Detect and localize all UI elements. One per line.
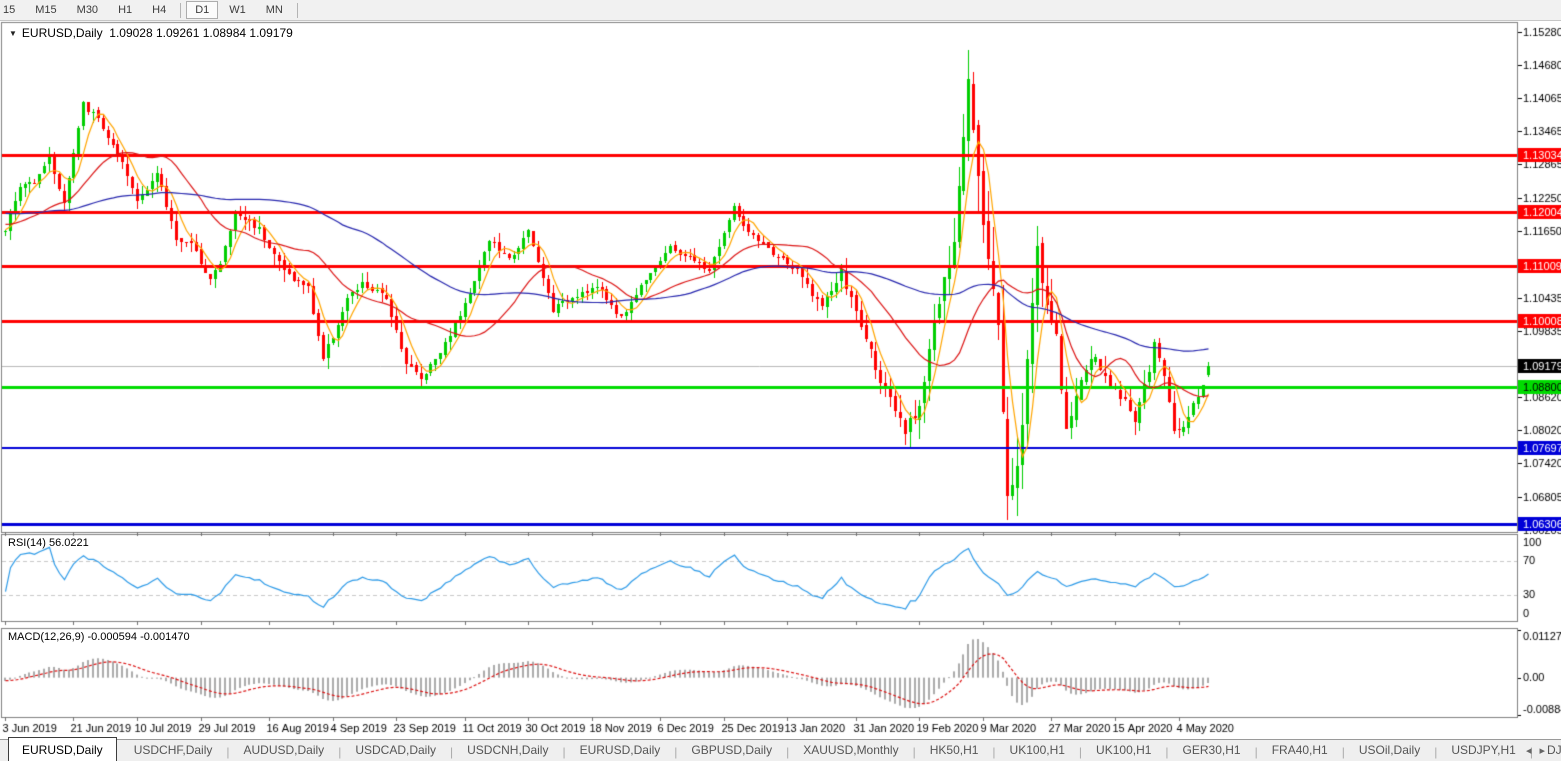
chart-window: ▼ EURUSD,Daily 1.09028 1.09261 1.08984 1.… [0,21,1561,739]
tab-hk50-h1[interactable]: HK50,H1 [917,740,992,761]
tab-audusd-daily[interactable]: AUDUSD,Daily [231,740,338,761]
tab-separator: | [450,744,454,759]
tab-uk100-h1[interactable]: UK100,H1 [997,740,1078,761]
tab-separator: | [1434,744,1438,759]
tab-separator: | [1254,744,1258,759]
tab-usdcnh-daily[interactable]: USDCNH,Daily [454,740,561,761]
tab-xauusd-monthly[interactable]: XAUUSD,Monthly [790,740,911,761]
timeframe-button-w1[interactable]: W1 [220,1,255,19]
tab-separator: | [1165,744,1169,759]
tab-usdcad-daily[interactable]: USDCAD,Daily [342,740,449,761]
tab-separator: | [1341,744,1345,759]
tab-separator: | [912,744,916,759]
chart-tab-bar: EURUSD,Daily USDCHF,Daily | AUDUSD,Daily | US… [0,737,1561,761]
toolbar-separator [296,2,298,18]
timeframe-button-mn[interactable]: MN [257,1,292,19]
tabs-scroll-left-icon[interactable]: ◂ [1526,745,1540,757]
price-chart-canvas[interactable] [0,21,1561,739]
tab-usdchf-daily[interactable]: USDCHF,Daily [121,740,226,761]
tab-scroll-arrows: ◂▸ [1526,744,1553,757]
tab-separator: | [562,744,566,759]
tabs-scroll-right-icon[interactable]: ▸ [1539,745,1553,757]
tab-usoil-daily[interactable]: USOil,Daily [1346,740,1433,761]
tab-ger30-h1[interactable]: GER30,H1 [1170,740,1254,761]
tab-separator: | [992,744,996,759]
timeframe-button-h1[interactable]: H1 [109,1,141,19]
tab-separator: | [338,744,342,759]
tab-separator: | [786,744,790,759]
tab-fra40-h1[interactable]: FRA40,H1 [1259,740,1341,761]
tab-eurusd-daily[interactable]: EURUSD,Daily [567,740,674,761]
timeframe-button-d1[interactable]: D1 [186,1,219,19]
timeframe-toolbar: 15 M15 M30 H1 H4 D1 W1 MN [0,0,1561,21]
tab-separator: | [226,744,230,759]
tab-uk100-h1[interactable]: UK100,H1 [1083,740,1164,761]
tab-eurusd-daily[interactable]: EURUSD,Daily [8,737,117,761]
tab-usdjpy-h1[interactable]: USDJPY,H1 [1438,740,1528,761]
timeframe-button-m30[interactable]: M30 [68,1,107,19]
timeframe-button-m15[interactable]: M15 [26,1,65,19]
timeframe-button-h4[interactable]: H4 [143,1,175,19]
toolbar-separator [180,2,182,18]
tab-gbpusd-daily[interactable]: GBPUSD,Daily [678,740,785,761]
tab-separator: | [674,744,678,759]
timeframe-button-15[interactable]: 15 [1,1,24,19]
tab-separator: | [1078,744,1083,759]
